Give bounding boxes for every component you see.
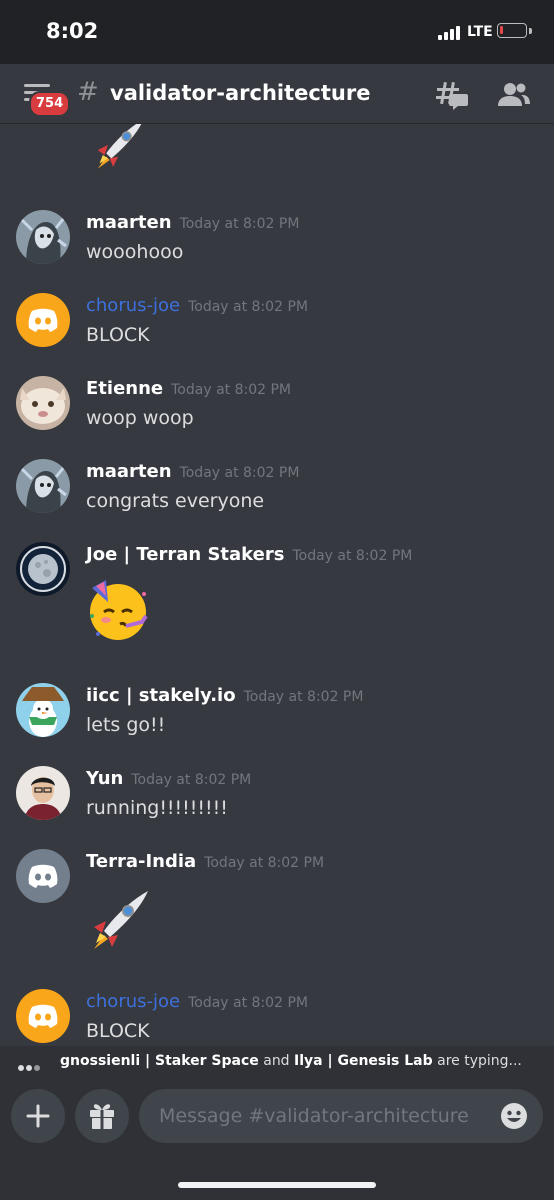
typing-dots-icon — [18, 1059, 42, 1075]
message-author[interactable]: maarten Today at 8:02 PM — [86, 212, 299, 233]
add-attachment-button[interactable] — [11, 1089, 65, 1143]
message-author[interactable]: Yun Today at 8:02 PM — [86, 768, 251, 789]
typing-indicator: gnossienli | Staker Space and Ilya | Gen… — [0, 1046, 554, 1076]
message-text: lets go!! — [86, 714, 166, 736]
status-bar: 8:02 LTE — [0, 0, 554, 64]
hash-icon: # — [77, 77, 99, 107]
typing-text: gnossienli | Staker Space and Ilya | Gen… — [60, 1053, 522, 1069]
home-indicator — [178, 1182, 376, 1188]
rocket-emoji — [94, 891, 148, 949]
message-timestamp: Today at 8:02 PM — [179, 465, 300, 481]
message-timestamp: Today at 8:02 PM — [131, 772, 252, 788]
gift-icon — [90, 1104, 114, 1129]
message-author[interactable]: Joe | Terran Stakers Today at 8:02 PM — [86, 544, 412, 565]
message-text: woop woop — [86, 407, 194, 429]
partying-face-emoji — [90, 580, 148, 640]
message-text: congrats everyone — [86, 490, 265, 512]
avatar[interactable] — [16, 542, 70, 596]
rocket-emoji — [97, 124, 142, 169]
message-text: BLOCK — [86, 1020, 150, 1042]
message-author[interactable]: maarten Today at 8:02 PM — [86, 461, 299, 482]
battery-icon — [497, 23, 527, 38]
channel-title[interactable]: validator-architecture — [110, 81, 370, 105]
emoji-picker-icon[interactable] — [500, 1102, 528, 1130]
avatar[interactable] — [16, 210, 70, 264]
plus-icon — [26, 1104, 50, 1128]
typing-connector: and — [263, 1053, 290, 1069]
message-author[interactable]: Terra-India Today at 8:02 PM — [86, 851, 324, 872]
message-timestamp: Today at 8:02 PM — [179, 216, 300, 232]
message-author[interactable]: iicc | stakely.io Today at 8:02 PM — [86, 685, 363, 706]
message-text: wooohooo — [86, 241, 184, 263]
threads-icon[interactable] — [436, 80, 468, 110]
avatar[interactable] — [16, 376, 70, 430]
unread-badge: 754 — [29, 91, 71, 117]
avatar[interactable] — [16, 683, 70, 737]
message-author[interactable]: chorus-joe Today at 8:02 PM — [86, 991, 308, 1012]
message-timestamp: Today at 8:02 PM — [188, 995, 308, 1011]
avatar[interactable] — [16, 989, 70, 1043]
message-timestamp: Today at 8:02 PM — [243, 689, 364, 705]
message-input[interactable] — [139, 1089, 543, 1143]
message-composer — [0, 1076, 554, 1200]
message-list[interactable]: maarten Today at 8:02 PM wooohooo chorus-… — [0, 124, 554, 1046]
members-icon[interactable] — [498, 82, 530, 108]
message-text: running!!!!!!!!! — [86, 797, 228, 819]
typing-suffix: are typing... — [437, 1053, 522, 1069]
typing-user: Ilya | Genesis Lab — [294, 1053, 433, 1069]
message-timestamp: Today at 8:02 PM — [171, 382, 291, 398]
message-author[interactable]: Etienne Today at 8:02 PM — [86, 378, 291, 399]
message-author[interactable]: chorus-joe Today at 8:02 PM — [86, 295, 308, 316]
status-time: 8:02 — [46, 19, 99, 43]
channel-header: 754 # validator-architecture — [0, 64, 554, 124]
message-timestamp: Today at 8:02 PM — [204, 855, 325, 871]
battery-cap — [529, 28, 532, 34]
signal-icon — [438, 26, 462, 40]
avatar[interactable] — [16, 766, 70, 820]
message-timestamp: Today at 8:02 PM — [292, 548, 413, 564]
gift-button[interactable] — [75, 1089, 129, 1143]
network-type: LTE — [467, 24, 493, 40]
typing-user: gnossienli | Staker Space — [60, 1053, 259, 1069]
avatar[interactable] — [16, 293, 70, 347]
avatar[interactable] — [16, 459, 70, 513]
avatar[interactable] — [16, 849, 70, 903]
message-timestamp: Today at 8:02 PM — [188, 299, 308, 315]
message-text: BLOCK — [86, 324, 150, 346]
